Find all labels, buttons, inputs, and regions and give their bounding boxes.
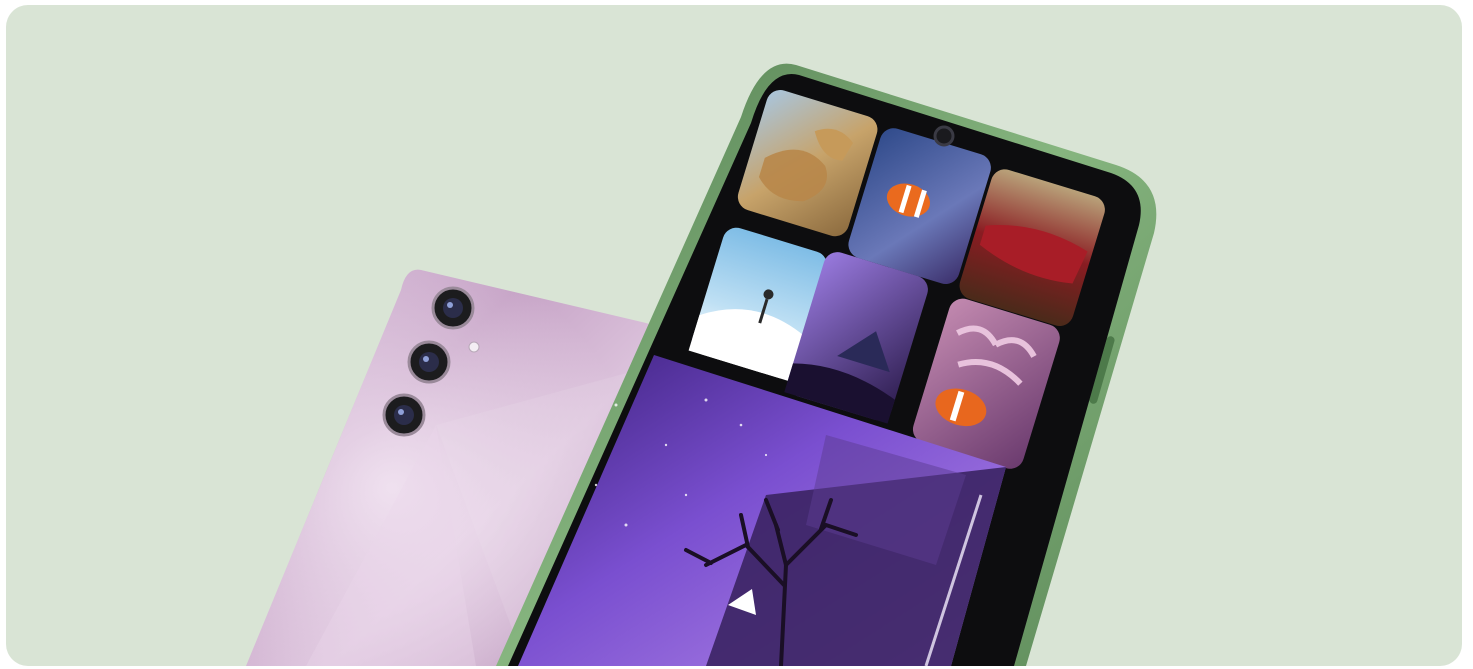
front-camera-icon — [933, 125, 955, 147]
camera-lens-icon — [407, 340, 451, 384]
camera-lens-icon — [431, 286, 475, 330]
phones-illustration — [246, 63, 1157, 666]
flash-icon — [468, 341, 480, 353]
camera-lens-icon — [382, 393, 426, 437]
product-banner — [6, 5, 1462, 666]
